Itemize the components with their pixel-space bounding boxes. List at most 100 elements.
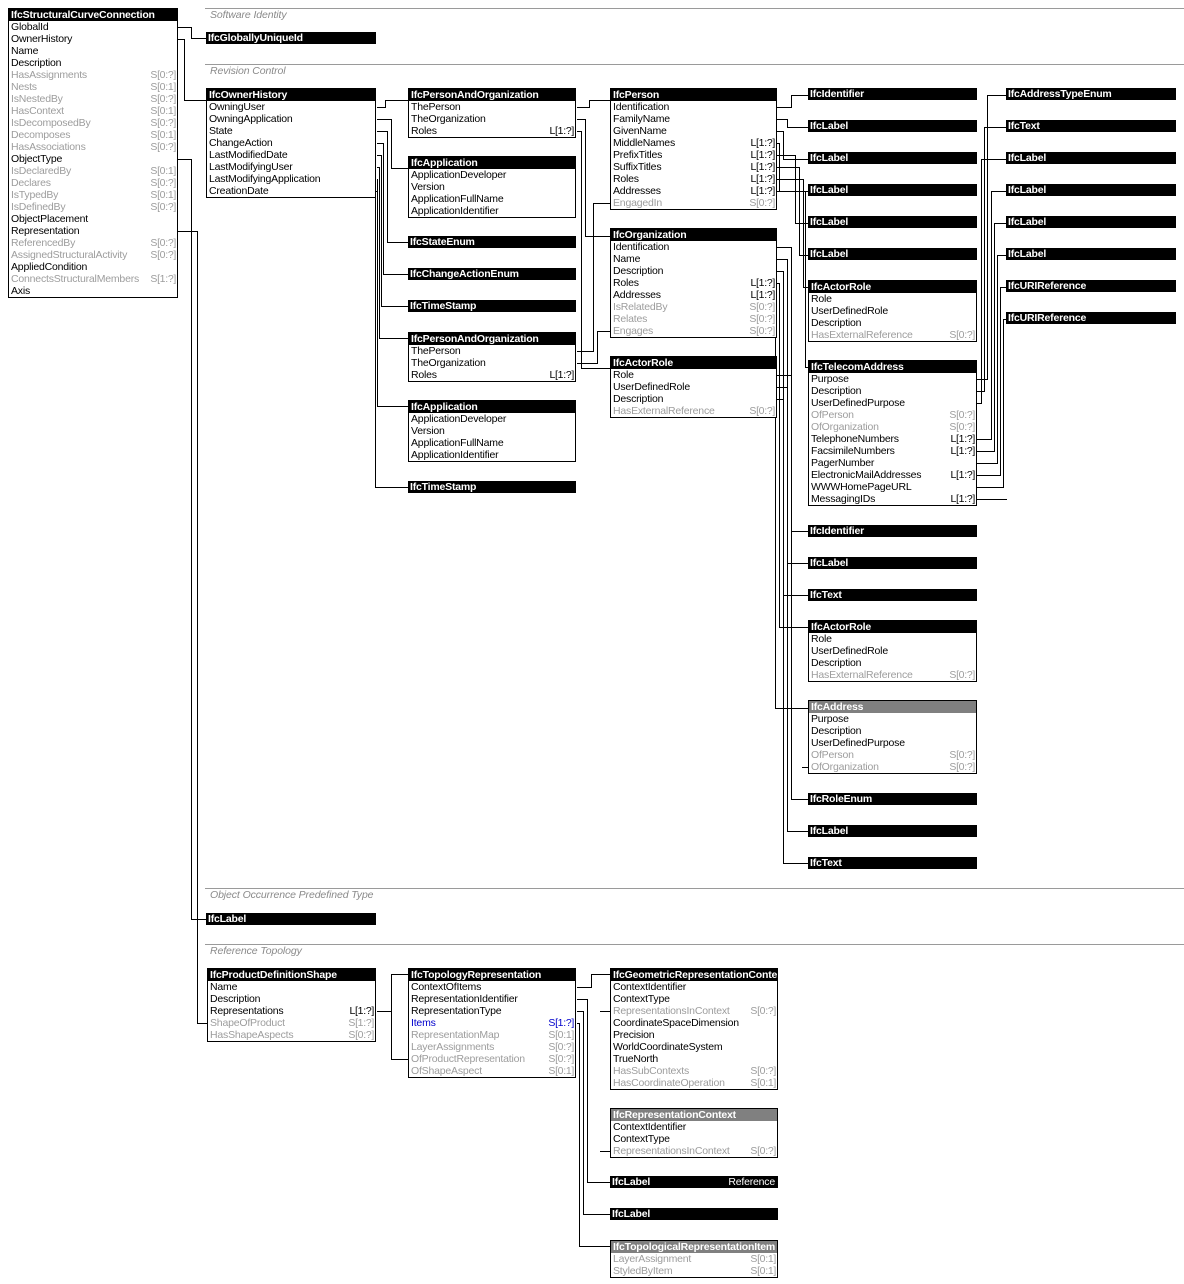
attribute-row: WorldCoordinateSystem xyxy=(611,1041,777,1053)
entity-ifcgeometricrepresentationcontext[interactable]: IfcGeometricRepresentationContext Contex… xyxy=(610,968,778,1090)
attribute-row: Decomposes S[0:1] xyxy=(9,129,177,141)
attribute-cardinality: S[0:?] xyxy=(150,201,176,213)
entity-ifcactorrole-middle[interactable]: IfcActorRole Role UserDefinedRole Descript… xyxy=(610,356,777,418)
type-name: IfcIdentifier xyxy=(810,525,864,537)
attribute-name: MiddleNames xyxy=(613,137,675,149)
attribute-cardinality: L[1:?] xyxy=(750,149,776,161)
type-ifclabel-c3-7[interactable]: IfcLabel xyxy=(808,825,977,837)
entity-ifctopologicalrepresentationitem[interactable]: IfcTopologicalRepresentationItem LayerAs… xyxy=(610,1240,778,1278)
connector-theorg1-h2 xyxy=(585,236,610,237)
type-ifclabel-c3-5[interactable]: IfcLabel xyxy=(808,248,977,260)
attribute-row: UserDefinedPurpose xyxy=(809,397,976,409)
entity-header: IfcRepresentationContext xyxy=(611,1109,777,1121)
attribute-row: ContextType xyxy=(611,1133,777,1145)
attribute-name: UserDefinedRole xyxy=(613,381,690,393)
attribute-name: ApplicationIdentifier xyxy=(411,449,499,461)
entity-ifcpersonandorganization-2[interactable]: IfcPersonAndOrganization ThePerson TheOrg… xyxy=(408,332,576,382)
type-ifcidentifier-2[interactable]: IfcIdentifier xyxy=(808,525,977,537)
entity-ifcapplication-1[interactable]: IfcApplication ApplicationDeveloper Versi… xyxy=(408,156,576,218)
type-ifclabel-c3-6[interactable]: IfcLabel xyxy=(808,557,977,569)
attribute-row: Description xyxy=(809,657,976,669)
type-ifcstateenum[interactable]: IfcStateEnum xyxy=(408,236,576,248)
type-ifclabel-reference[interactable]: Reference IfcLabel xyxy=(610,1176,778,1188)
type-ifclabel-reptype[interactable]: IfcLabel xyxy=(610,1208,778,1220)
type-ifctimestamp-2[interactable]: IfcTimeStamp xyxy=(408,481,576,493)
type-ifctext-c3-1[interactable]: IfcText xyxy=(808,589,977,601)
attribute-name: Precision xyxy=(613,1029,655,1041)
type-ifclabel-c3-4[interactable]: IfcLabel xyxy=(808,216,977,228)
type-ifclabel-c3-2[interactable]: IfcLabel xyxy=(808,152,977,164)
attribute-cardinality: S[0:?] xyxy=(150,93,176,105)
connector-theperson2-h1 xyxy=(577,351,593,352)
connector-repidentifier-h1 xyxy=(577,999,587,1000)
attribute-cardinality: L[1:?] xyxy=(750,289,776,301)
attribute-name: ApplicationDeveloper xyxy=(411,169,507,181)
attribute-cardinality: S[0:?] xyxy=(949,669,975,681)
type-ifclabel-predefinedtype[interactable]: IfcLabel xyxy=(206,913,376,925)
entity-ifctopologyrepresentation[interactable]: IfcTopologyRepresentation ContextOfItems… xyxy=(408,968,576,1078)
type-ifcaddresstypeenum[interactable]: IfcAddressTypeEnum xyxy=(1006,88,1176,100)
entity-ifcrepresentationcontext[interactable]: IfcRepresentationContext ContextIdentifi… xyxy=(610,1108,778,1158)
section-label-reference-topology: Reference Topology xyxy=(210,945,302,957)
attribute-cardinality: S[0:?] xyxy=(150,141,176,153)
type-name: IfcLabel xyxy=(810,120,849,132)
type-ifclabel-c3-1[interactable]: IfcLabel xyxy=(808,120,977,132)
connector-actorrole-role-h1 xyxy=(777,375,791,376)
attribute-row: Name xyxy=(611,253,776,265)
attribute-row: EngagedIn S[0:?] xyxy=(611,197,776,209)
entity-ifcorganization[interactable]: IfcOrganization Identification Name Descri… xyxy=(610,228,777,338)
type-ifclabel-c4-2[interactable]: IfcLabel xyxy=(1006,184,1176,196)
attribute-row: ConnectsStructuralMembers S[1:?] xyxy=(9,273,177,285)
connector-contextofitems-h1 xyxy=(577,987,591,988)
connector-representation-h1 xyxy=(177,231,197,232)
entity-ifcproductdefinitionshape[interactable]: IfcProductDefinitionShape Name Descriptio… xyxy=(207,968,376,1042)
type-ifctext-c3-2[interactable]: IfcText xyxy=(808,857,977,869)
entity-ifcownerhistory[interactable]: IfcOwnerHistory OwningUser OwningApplicat… xyxy=(206,88,376,198)
entity-ifcperson[interactable]: IfcPerson Identification FamilyName GivenN… xyxy=(610,88,777,210)
type-ifclabel-c4-4[interactable]: IfcLabel xyxy=(1006,248,1176,260)
entity-ifcactorrole-right-2[interactable]: IfcActorRole Role UserDefinedRole Descript… xyxy=(808,620,977,682)
attribute-name: RepresentationMap xyxy=(411,1029,500,1041)
entity-ifcpersonandorganization-1[interactable]: IfcPersonAndOrganization ThePerson TheOrg… xyxy=(408,88,576,138)
attribute-name: HasExternalReference xyxy=(613,405,715,417)
type-name: IfcTimeStamp xyxy=(410,481,477,493)
connector-changeaction-h2 xyxy=(383,274,408,275)
attribute-cardinality: S[0:1] xyxy=(150,81,176,93)
attribute-list: ContextIdentifier ContextType Representati… xyxy=(611,981,777,1089)
attribute-name: IsDeclaredBy xyxy=(11,165,72,177)
entity-ifcaddress[interactable]: IfcAddress Purpose Description UserDefined… xyxy=(808,700,977,774)
attribute-row: ReferencedBy S[0:?] xyxy=(9,237,177,249)
attribute-row: WWWHomePageURL xyxy=(809,481,976,493)
type-ifclabel-c3-3[interactable]: IfcLabel xyxy=(808,184,977,196)
type-ifcchangeactionenum[interactable]: IfcChangeActionEnum xyxy=(408,268,576,280)
attribute-name: TheOrganization xyxy=(411,113,486,125)
type-ifcurireference-1[interactable]: IfcURIReference xyxy=(1006,280,1176,292)
type-ifcidentifier-1[interactable]: IfcIdentifier xyxy=(808,88,977,100)
attribute-name: Representations xyxy=(210,1005,284,1017)
attribute-cardinality: S[0:?] xyxy=(150,117,176,129)
entity-ifctelecomaddress[interactable]: IfcTelecomAddress Purpose Description User… xyxy=(808,360,977,506)
connector-lastmodifieddate-v xyxy=(381,155,382,307)
type-ifcurireference-2[interactable]: IfcURIReference xyxy=(1006,312,1176,324)
entity-header: IfcApplication xyxy=(409,401,575,413)
attribute-name: MessagingIDs xyxy=(811,493,876,505)
connector-telecom-fax-v xyxy=(994,223,995,452)
type-ifcroleenum[interactable]: IfcRoleEnum xyxy=(808,793,977,805)
entity-header: IfcActorRole xyxy=(809,621,976,633)
entity-ifcapplication-2[interactable]: IfcApplication ApplicationDeveloper Versi… xyxy=(408,400,576,462)
entity-ifcstructuralcurveconnection[interactable]: IfcStructuralCurveConnection GlobalId Own… xyxy=(8,8,178,298)
attribute-name: FacsimileNumbers xyxy=(811,445,895,457)
attribute-name: Description xyxy=(613,265,664,277)
attribute-name: Version xyxy=(411,181,445,193)
entity-ifcactorrole-right-1[interactable]: IfcActorRole Role UserDefinedRole Descript… xyxy=(808,280,977,342)
connector-representations-h2 xyxy=(391,974,408,975)
attribute-row: ChangeAction xyxy=(207,137,375,149)
attribute-name: TrueNorth xyxy=(613,1053,659,1065)
attribute-name: Roles xyxy=(411,125,437,137)
type-ifclabel-c4-3[interactable]: IfcLabel xyxy=(1006,216,1176,228)
type-ifcgloballyuniqueid[interactable]: IfcGloballyUniqueId xyxy=(206,32,376,44)
type-ifctimestamp-1[interactable]: IfcTimeStamp xyxy=(408,300,576,312)
type-ifctext-c4-1[interactable]: IfcText xyxy=(1006,120,1176,132)
type-ifclabel-c4-1[interactable]: IfcLabel xyxy=(1006,152,1176,164)
entity-header: IfcGeometricRepresentationContext xyxy=(611,969,777,981)
